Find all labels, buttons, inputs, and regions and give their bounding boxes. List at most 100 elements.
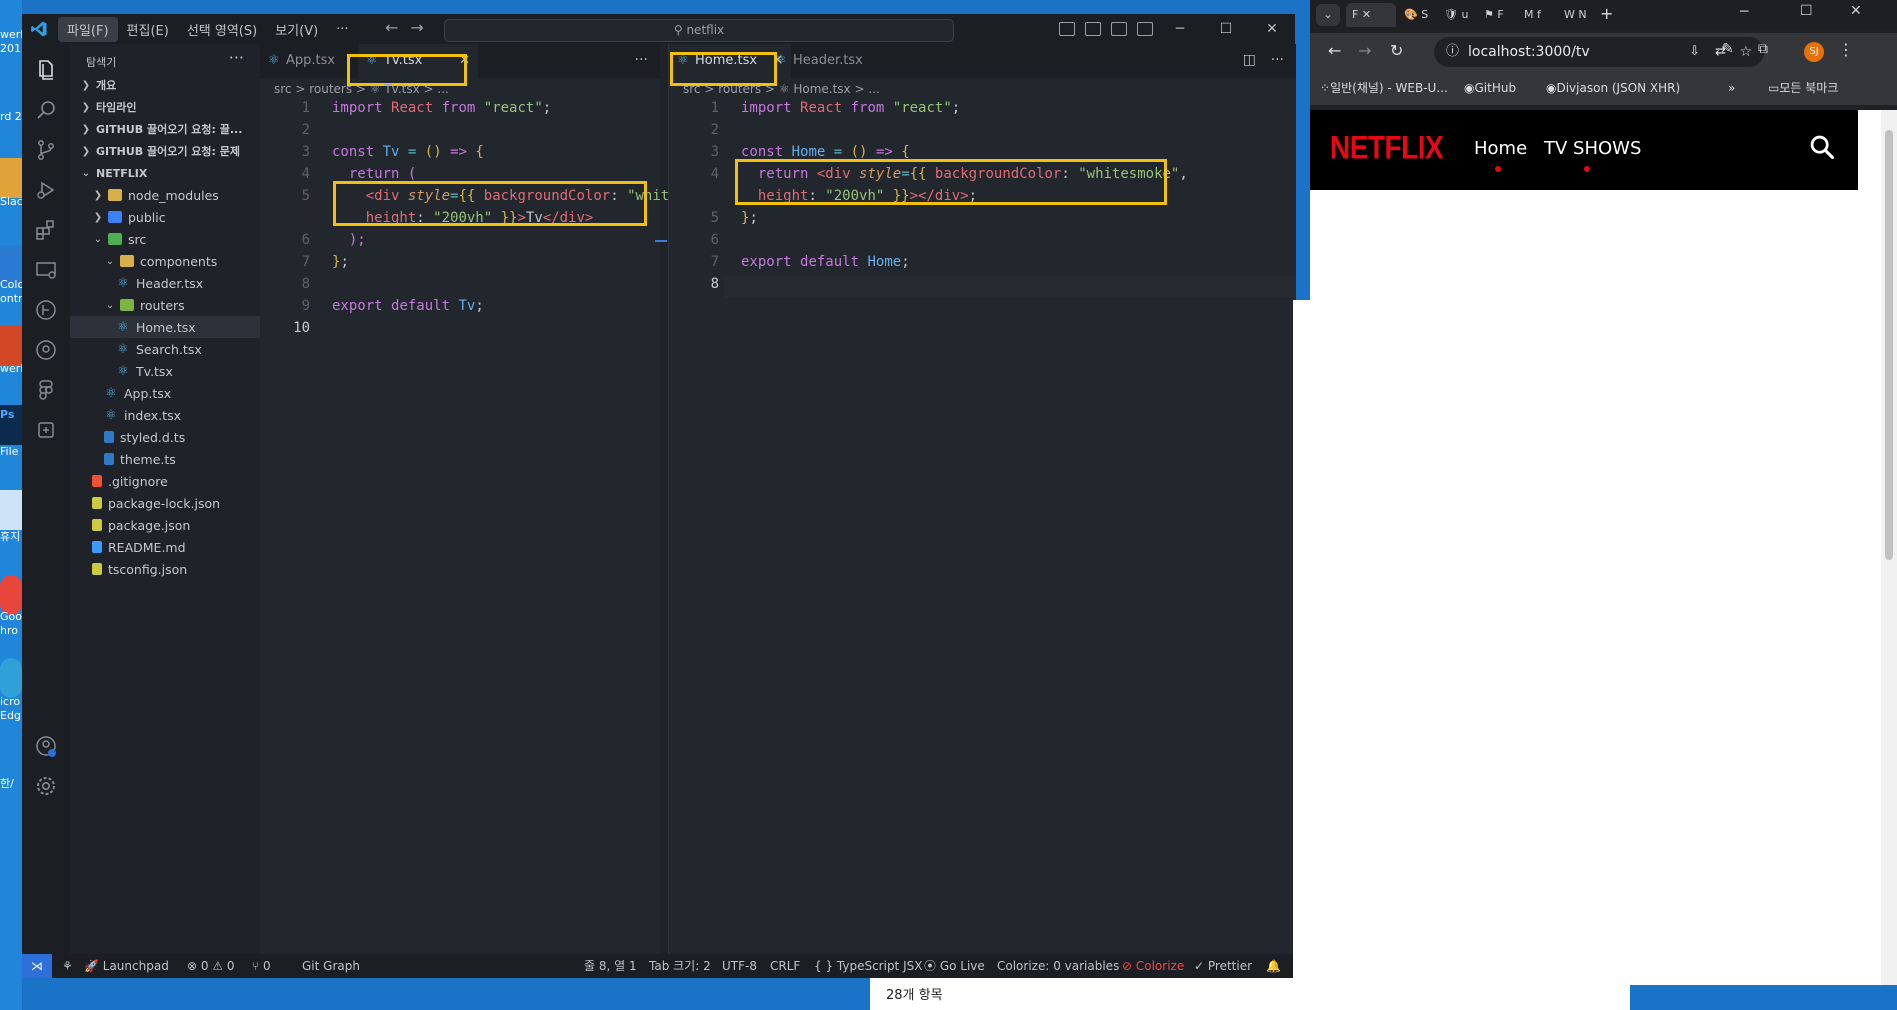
settings-gear-icon[interactable] [34,774,58,798]
tab-size-status[interactable]: Tab 크기: 2 [649,954,711,978]
launchpad-status[interactable]: 🚀 Launchpad [84,954,169,978]
figma-icon[interactable] [34,378,58,402]
toggle-panel-icon[interactable] [1085,22,1101,36]
encoding-status[interactable]: UTF-8 [722,954,757,978]
tree-file[interactable]: README.md [70,536,260,558]
menu-file[interactable]: 파일(F) [58,16,118,42]
tree-file[interactable]: ⚛ index.tsx [70,404,260,426]
section-timeline[interactable]: ❯ 타임라인 [70,96,260,118]
breadcrumb[interactable]: src > routers > ⚛ Tv.tsx > ... [260,78,449,100]
git-graph-status[interactable]: Git Graph [302,954,360,978]
maximize-icon[interactable]: ☐ [1203,14,1249,44]
maximize-icon[interactable]: ☐ [1800,3,1813,19]
netflix-logo[interactable]: NETFLIX [1330,130,1444,167]
toggle-secondary-sidebar-icon[interactable] [1111,22,1127,36]
profile-avatar[interactable]: SJ [1804,42,1824,62]
recycle-bin-icon[interactable] [0,490,22,530]
command-center-search[interactable]: ⚲ netflix [444,19,954,42]
chrome-menu-icon[interactable]: ⋮ [1838,40,1854,59]
eyedropper-icon[interactable]: ✎ [1722,41,1734,57]
prettier-status[interactable]: ✓ Prettier [1194,954,1252,978]
split-editor-icon[interactable]: ◫ [1243,52,1256,68]
tree-file[interactable]: ⚛ Search.tsx [70,338,260,360]
menu-more[interactable]: ··· [327,19,357,40]
customize-layout-icon[interactable] [1137,22,1153,36]
back-arrow-icon[interactable]: ← [385,18,410,37]
shortcut-icon[interactable] [0,740,22,780]
source-control-icon[interactable] [34,138,58,162]
chrome-tab[interactable]: W N [1558,3,1598,27]
page-scrollbar[interactable] [1881,110,1897,985]
editor-more-icon[interactable]: ··· [635,52,648,68]
test-icon[interactable] [34,418,58,442]
close-tab-icon[interactable]: ✕ [1362,8,1371,21]
eol-status[interactable]: CRLF [770,954,800,978]
notifications-bell-icon[interactable]: 🔔 [1266,954,1281,978]
forward-arrow-icon[interactable]: → [1358,41,1371,60]
new-tab-icon[interactable]: + [1600,4,1613,23]
minimize-icon[interactable]: ─ [1157,14,1203,44]
breadcrumb[interactable]: src > routers > ⚛ Home.tsx > ... [669,78,880,100]
section-github-issues[interactable]: ❯ GITHUB 끌어오기 요청: 문제 [70,140,260,162]
tree-file[interactable]: styled.d.ts [70,426,260,448]
editor-more-icon[interactable]: ··· [1271,52,1284,68]
language-status[interactable]: { } TypeScript JSX [814,954,922,978]
tree-file[interactable]: ⚛ Header.tsx [70,272,260,294]
edge-icon[interactable] [0,658,22,698]
tree-folder[interactable]: ❯ public [70,206,260,228]
menu-selection[interactable]: 선택 영역(S) [178,17,266,42]
chrome-tab[interactable]: ⚑ F [1478,3,1518,27]
search-icon[interactable] [34,98,58,122]
section-netflix[interactable]: ⌄ NETFLIX [70,162,260,184]
bookmark-item[interactable]: ◉ GitHub [1464,71,1516,105]
section-outline[interactable]: ❯ 개요 [70,74,260,96]
bookmarks-overflow[interactable]: » [1728,71,1735,105]
explorer-icon[interactable] [34,58,58,82]
site-info-icon[interactable]: ⓘ [1446,37,1459,67]
menu-edit[interactable]: 편집(E) [118,17,178,42]
reload-icon[interactable]: ↻ [1390,41,1403,60]
tree-file[interactable]: ⚛ Home.tsx [70,316,260,338]
account-icon[interactable] [34,734,58,758]
tree-folder[interactable]: ⌄ src [70,228,260,250]
menu-view[interactable]: 보기(V) [266,17,327,42]
nav-home[interactable]: Home [1474,138,1527,159]
timeline-git-icon[interactable] [34,298,58,322]
tree-file[interactable]: package-lock.json [70,492,260,514]
install-icon[interactable]: ⇩ [1689,37,1700,67]
cursor-position-status[interactable]: 줄 8, 열 1 [584,954,637,978]
problems-status[interactable]: ⊗ 0 ⚠ 0 [187,954,235,978]
chrome-tab[interactable]: M f [1518,3,1558,27]
section-github-pr[interactable]: ❯ GITHUB 끌어오기 요청: 끌... [70,118,260,140]
chrome-tab-active[interactable]: F ✕ [1346,3,1396,27]
colorize-status[interactable]: ⊘ Colorize [1122,954,1184,978]
remote-explorer-icon[interactable] [34,258,58,282]
bookmark-item[interactable]: ⁘ 일반(채널) - WEB-U... [1320,71,1448,105]
bookmark-star-icon[interactable]: ☆ [1739,37,1752,67]
tree-file[interactable]: .gitignore [70,470,260,492]
ports-status[interactable]: ⑂ 0 [252,954,271,978]
close-icon[interactable]: ✕ [1850,3,1862,19]
close-icon[interactable]: ✕ [1249,14,1295,44]
address-bar[interactable]: ⓘ localhost:3000/tv ⇩ ⇄ ☆ [1434,37,1764,67]
extensions-puzzle-icon[interactable]: ⧉ [1758,41,1768,57]
scrollbar-thumb[interactable] [1885,130,1893,560]
remote-indicator-icon[interactable]: ⋊ [22,954,52,978]
slack-icon[interactable] [0,158,22,198]
powerpoint-icon[interactable] [0,325,22,365]
chrome-tab[interactable]: 🎨 S [1398,3,1438,27]
tree-folder[interactable]: ⌄ routers [70,294,260,316]
colorize-vars-status[interactable]: Colorize: 0 variables [997,954,1119,978]
chrome-tab[interactable]: 🛡 u [1438,3,1478,27]
tree-folder[interactable]: ❯ node_modules [70,184,260,206]
go-live-status[interactable]: ⦿ Go Live [924,954,985,978]
back-arrow-icon[interactable]: ← [1328,41,1341,60]
tree-file[interactable]: ⚛ App.tsx [70,382,260,404]
github-icon[interactable] [34,338,58,362]
chrome-icon[interactable] [0,575,22,615]
search-icon[interactable] [1808,133,1836,161]
tab-search-icon[interactable]: ⌄ [1316,4,1340,26]
all-bookmarks[interactable]: ▭ 모든 북마크 [1768,71,1838,105]
extensions-icon[interactable] [34,218,58,242]
tree-file[interactable]: ⚛ Tv.tsx [70,360,260,382]
